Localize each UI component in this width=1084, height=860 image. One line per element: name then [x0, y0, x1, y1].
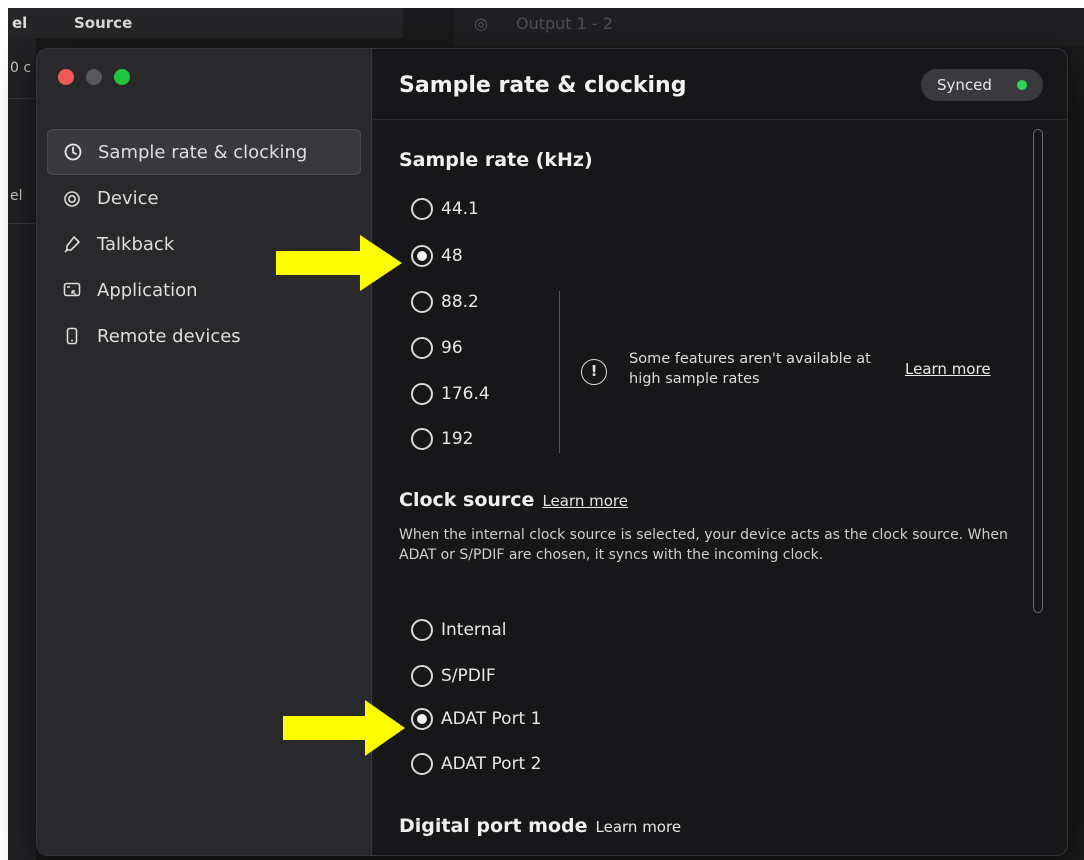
sidebar-item-label: Talkback [97, 233, 175, 255]
digital-port-mode-heading: Digital port mode Learn more [399, 815, 681, 837]
background-row-partial: el [10, 188, 23, 204]
sample-rate-option-88-2[interactable]: 88.2 [411, 291, 479, 313]
close-window-button[interactable] [58, 69, 74, 85]
main-panel: Sample rate & clocking Synced Sample rat… [373, 49, 1067, 855]
info-exclamation-icon: ! [581, 359, 607, 385]
radio-button[interactable] [411, 619, 433, 641]
scrollbar[interactable] [1033, 129, 1043, 613]
digital-port-learn-more-link[interactable]: Learn more [596, 818, 682, 836]
radio-label: Internal [441, 620, 507, 640]
status-dot-icon [1017, 80, 1027, 90]
radio-button-selected[interactable] [411, 708, 433, 730]
notice-learn-more-link[interactable]: Learn more [905, 360, 991, 378]
header-divider [373, 119, 1067, 120]
clock-source-description: When the internal clock source is select… [399, 527, 1008, 563]
radio-label: 48 [441, 246, 463, 266]
sidebar-item-label: Remote devices [97, 325, 241, 347]
clock-source-learn-more-link[interactable]: Learn more [542, 492, 628, 510]
radio-button[interactable] [411, 753, 433, 775]
background-source-header: Source [74, 14, 133, 32]
sidebar-item-label: Device [97, 187, 159, 209]
sample-rate-option-96[interactable]: 96 [411, 337, 463, 359]
notice-divider [559, 291, 560, 453]
sample-rate-option-176-4[interactable]: 176.4 [411, 383, 490, 405]
clock-option-spdif[interactable]: S/PDIF [411, 665, 496, 687]
sync-status-label: Synced [937, 76, 992, 94]
application-icon [61, 279, 83, 301]
background-header: el Source [8, 8, 403, 38]
sync-status-badge: Synced [921, 69, 1043, 101]
sample-rate-option-48[interactable]: 48 [411, 245, 463, 267]
clock-source-title: Clock source [399, 489, 535, 511]
radio-label: 176.4 [441, 384, 490, 404]
page-title: Sample rate & clocking [399, 73, 687, 98]
zoom-window-button[interactable] [114, 69, 130, 85]
annotation-arrow-icon [276, 235, 402, 291]
radio-label: 96 [441, 338, 463, 358]
sidebar-item-device[interactable]: Device [47, 175, 361, 221]
radio-label: S/PDIF [441, 666, 496, 686]
radio-button[interactable] [411, 428, 433, 450]
background-left-column: 0 c el [8, 38, 36, 860]
settings-window: Sample rate & clocking Device Talkback A… [36, 48, 1068, 856]
sample-rate-heading: Sample rate (kHz) [399, 149, 593, 171]
annotation-arrow-icon [283, 700, 405, 756]
sidebar-item-remote-devices[interactable]: Remote devices [47, 313, 361, 359]
radio-label: 88.2 [441, 292, 479, 312]
digital-port-mode-title: Digital port mode [399, 815, 588, 837]
high-sample-rate-notice: Some features aren't available at high s… [629, 351, 871, 387]
sidebar-item-label: Application [97, 279, 198, 301]
clock-source-heading: Clock source Learn more [399, 489, 628, 511]
minimize-window-button[interactable] [86, 69, 102, 85]
clock-option-internal[interactable]: Internal [411, 619, 507, 641]
radio-label: 192 [441, 429, 474, 449]
radio-button-selected[interactable] [411, 245, 433, 267]
sample-rate-option-44-1[interactable]: 44.1 [411, 198, 479, 220]
clock-option-adat-port-1[interactable]: ADAT Port 1 [411, 708, 541, 730]
background-output-header: ◎ Output 1 - 2 [454, 8, 1084, 46]
clock-icon [62, 141, 84, 163]
radio-label: 44.1 [441, 199, 479, 219]
sidebar-item-label: Sample rate & clocking [98, 141, 308, 163]
clock-option-adat-port-2[interactable]: ADAT Port 2 [411, 753, 541, 775]
background-divider [8, 98, 36, 99]
radio-button[interactable] [411, 198, 433, 220]
background-header-partial: el [12, 14, 28, 32]
background-output-label: Output 1 - 2 [516, 14, 613, 33]
sample-rate-option-192[interactable]: 192 [411, 428, 473, 450]
phone-icon [61, 325, 83, 347]
link-rings-icon: ◎ [474, 14, 488, 33]
sidebar-item-sample-rate[interactable]: Sample rate & clocking [47, 129, 361, 175]
radio-button[interactable] [411, 337, 433, 359]
radio-button[interactable] [411, 665, 433, 687]
background-divider [8, 223, 36, 224]
radio-label: ADAT Port 1 [441, 709, 542, 729]
background-row-partial: 0 c [10, 60, 32, 76]
radio-label: ADAT Port 2 [441, 754, 542, 774]
microphone-icon [61, 233, 83, 255]
radio-button[interactable] [411, 291, 433, 313]
device-icon [61, 187, 83, 209]
radio-button[interactable] [411, 383, 433, 405]
